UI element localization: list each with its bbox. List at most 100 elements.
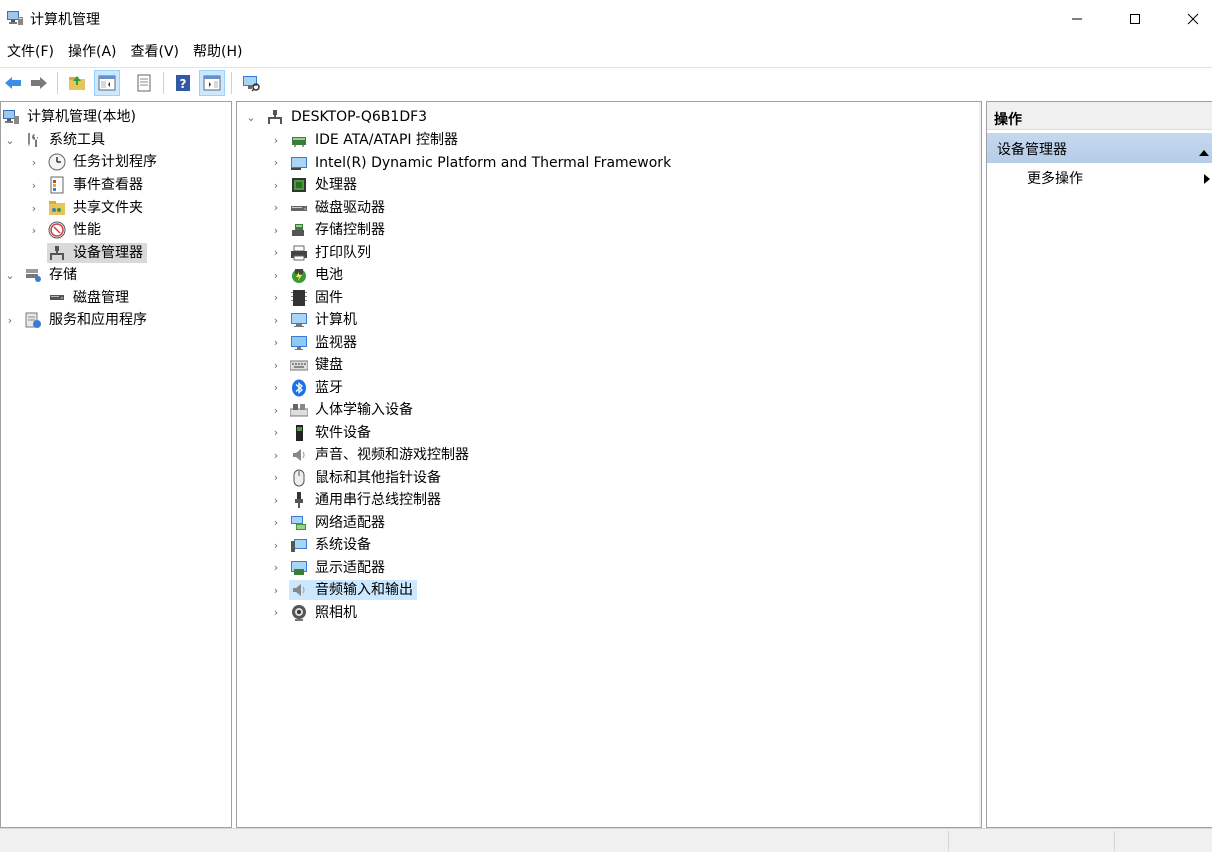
device-category-label: 声音、视频和游戏控制器: [315, 447, 469, 463]
device-category-row[interactable]: › IDE ATA/ATAPI 控制器: [237, 129, 462, 151]
tree-system-tools[interactable]: ⌄ 系统工具: [1, 129, 107, 151]
device-category-row[interactable]: › 存储控制器: [237, 219, 389, 241]
thermal-framework-icon: [289, 153, 309, 173]
chevron-right-icon[interactable]: ›: [28, 197, 40, 219]
device-category-row[interactable]: › 照相机: [237, 602, 361, 624]
collapse-triangle-icon[interactable]: [1199, 144, 1209, 160]
chevron-right-icon[interactable]: ›: [270, 309, 282, 331]
chevron-right-icon[interactable]: ›: [28, 151, 40, 173]
mouse-icon: [289, 468, 309, 488]
show-hide-tree-icon[interactable]: [94, 70, 120, 96]
chevron-right-icon[interactable]: ›: [270, 197, 282, 219]
device-category-label: 存储控制器: [315, 222, 385, 238]
menu-file[interactable]: 文件(F): [0, 40, 61, 64]
device-category-row[interactable]: › 鼠标和其他指针设备: [237, 467, 445, 489]
tree-task-scheduler[interactable]: › 任务计划程序: [1, 151, 159, 173]
chevron-right-icon[interactable]: ›: [270, 219, 282, 241]
chevron-right-icon[interactable]: ›: [270, 557, 282, 579]
device-category-row[interactable]: › 声音、视频和游戏控制器: [237, 444, 473, 466]
device-category-label: 固件: [315, 289, 343, 306]
tree-services-apps[interactable]: › 服务和应用程序: [1, 309, 149, 331]
chevron-right-icon[interactable]: ›: [270, 399, 282, 421]
chevron-right-icon[interactable]: ›: [270, 422, 282, 444]
device-category-row[interactable]: › 计算机: [237, 309, 361, 331]
network-adapter-icon: [289, 513, 309, 533]
actions-section-device-manager[interactable]: 设备管理器: [987, 133, 1212, 163]
actions-pane: 操作 设备管理器 更多操作: [986, 101, 1212, 828]
properties-icon[interactable]: [131, 70, 157, 96]
tree-event-viewer[interactable]: › 事件查看器: [1, 174, 145, 196]
menu-view[interactable]: 查看(V): [124, 40, 187, 64]
device-category-row[interactable]: › 打印队列: [237, 242, 375, 264]
tree-shared-folders[interactable]: › 共享文件夹: [1, 197, 145, 219]
camera-icon: [289, 603, 309, 623]
device-category-row[interactable]: › 固件: [237, 287, 347, 309]
chevron-right-icon[interactable]: ›: [270, 377, 282, 399]
chevron-right-icon[interactable]: ›: [270, 152, 282, 174]
more-actions-item[interactable]: 更多操作: [1027, 168, 1083, 188]
back-arrow-icon[interactable]: [0, 70, 26, 96]
chevron-right-icon[interactable]: ›: [270, 467, 282, 489]
chevron-right-icon[interactable]: ›: [28, 219, 40, 241]
scan-hardware-icon[interactable]: [238, 70, 264, 96]
processor-icon: [289, 175, 309, 195]
device-category-label: 网络适配器: [315, 514, 385, 531]
device-category-row[interactable]: › 系统设备: [237, 534, 375, 556]
maximize-button[interactable]: [1106, 0, 1164, 38]
chevron-right-icon[interactable]: ›: [270, 264, 282, 286]
chevron-right-icon[interactable]: ›: [270, 354, 282, 376]
event-viewer-icon: [47, 175, 67, 195]
close-button[interactable]: [1164, 0, 1212, 38]
device-category-row[interactable]: › 网络适配器: [237, 512, 389, 534]
chevron-right-icon[interactable]: ›: [270, 579, 282, 601]
chevron-right-icon[interactable]: ›: [270, 332, 282, 354]
tree-performance[interactable]: › 性能: [1, 219, 103, 241]
device-category-label: 音频输入和输出: [315, 582, 413, 598]
chevron-right-icon[interactable]: ›: [270, 602, 282, 624]
chevron-right-icon[interactable]: ›: [270, 242, 282, 264]
device-category-row[interactable]: › 通用串行总线控制器: [237, 489, 445, 511]
device-category-row[interactable]: › 处理器: [237, 174, 361, 196]
services-icon: [23, 310, 43, 330]
tree-disk-management[interactable]: 磁盘管理: [1, 287, 131, 309]
tree-storage[interactable]: ⌄ 存储: [1, 264, 79, 286]
device-category-label: 监视器: [315, 334, 357, 351]
chevron-down-icon[interactable]: ⌄: [4, 129, 16, 151]
chevron-down-icon[interactable]: ⌄: [245, 106, 257, 128]
minimize-button[interactable]: [1048, 0, 1106, 38]
device-category-row[interactable]: › 电池: [237, 264, 347, 286]
chevron-right-icon[interactable]: ›: [270, 129, 282, 151]
speaker-icon: [289, 445, 309, 465]
device-manager-icon: [47, 243, 67, 263]
chevron-right-icon[interactable]: ›: [270, 174, 282, 196]
device-category-row[interactable]: › 蓝牙: [237, 377, 347, 399]
bluetooth-icon: [289, 378, 309, 398]
device-category-row[interactable]: › 人体学输入设备: [237, 399, 417, 421]
chevron-right-icon[interactable]: ›: [270, 534, 282, 556]
up-folder-icon[interactable]: [64, 70, 90, 96]
chevron-right-icon[interactable]: ›: [4, 309, 16, 331]
chevron-right-icon[interactable]: ›: [270, 444, 282, 466]
chevron-down-icon[interactable]: ⌄: [4, 264, 16, 286]
device-category-row[interactable]: › 磁盘驱动器: [237, 197, 389, 219]
tree-computer-node[interactable]: ⌄ DESKTOP-Q6B1DF3: [237, 106, 429, 128]
menu-help[interactable]: 帮助(H): [186, 40, 249, 64]
device-category-row[interactable]: › 监视器: [237, 332, 361, 354]
tree-root[interactable]: 计算机管理(本地): [1, 106, 138, 128]
chevron-right-icon[interactable]: ›: [270, 489, 282, 511]
submenu-arrow-icon[interactable]: [1204, 172, 1210, 188]
actions-header: 操作: [987, 102, 1212, 130]
chevron-right-icon[interactable]: ›: [270, 287, 282, 309]
device-category-row[interactable]: › 显示适配器: [237, 557, 389, 579]
device-category-row[interactable]: › Intel(R) Dynamic Platform and Thermal F…: [237, 152, 675, 174]
chevron-right-icon[interactable]: ›: [270, 512, 282, 534]
device-category-row[interactable]: › 键盘: [237, 354, 347, 376]
device-category-row[interactable]: › 音频输入和输出: [237, 579, 417, 601]
chevron-right-icon[interactable]: ›: [28, 174, 40, 196]
tree-device-manager[interactable]: 设备管理器: [1, 242, 147, 264]
device-category-row[interactable]: › 软件设备: [237, 422, 375, 444]
show-action-pane-icon[interactable]: [199, 70, 225, 96]
forward-arrow-icon[interactable]: [26, 70, 52, 96]
help-icon[interactable]: ?: [170, 70, 196, 96]
menu-action[interactable]: 操作(A): [61, 40, 124, 64]
